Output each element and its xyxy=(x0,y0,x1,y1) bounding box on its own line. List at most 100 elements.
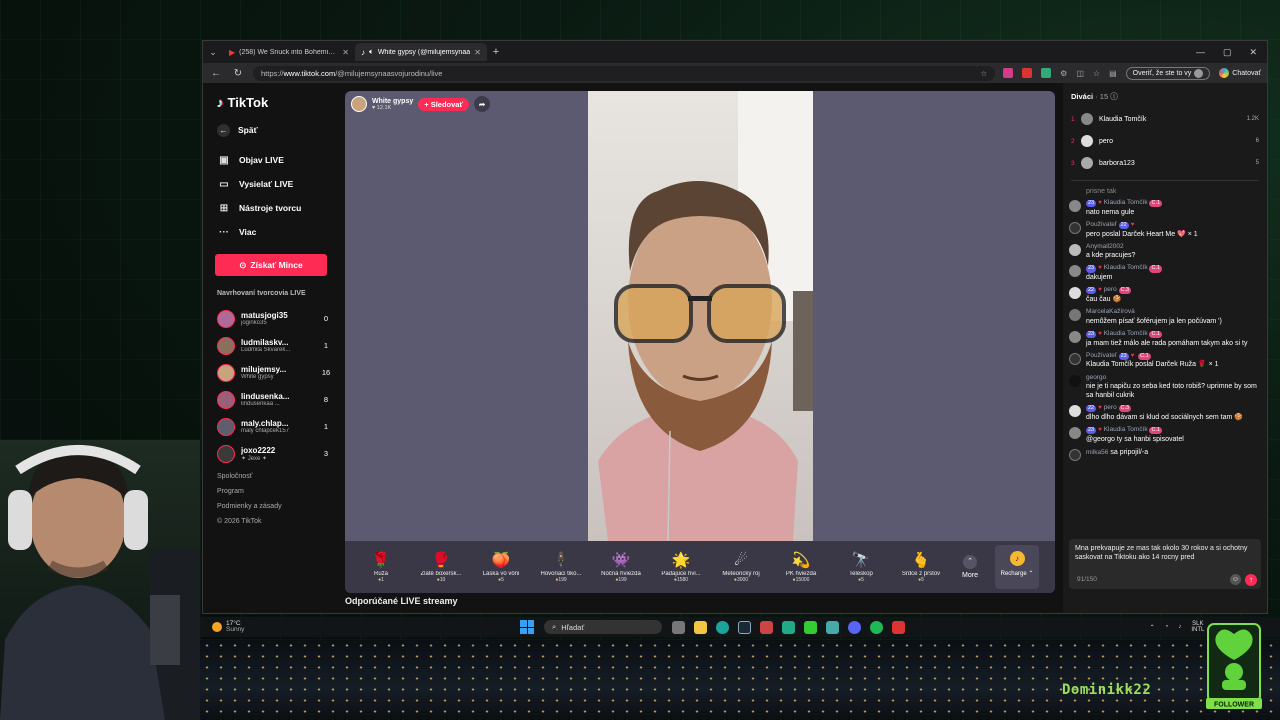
host-name[interactable]: White gypsy xyxy=(372,98,413,105)
tab-tiktok[interactable]: ♪ 🔈︎ White gypsy (@milujemsynaa ✕ xyxy=(355,43,487,61)
app-icon[interactable] xyxy=(826,620,839,634)
message-author[interactable]: Používateľ 22 ♥ xyxy=(1086,221,1261,230)
steam-icon[interactable] xyxy=(738,620,751,634)
game-icon[interactable] xyxy=(760,620,773,634)
start-icon[interactable] xyxy=(520,620,534,634)
gift-item[interactable]: 💫 PK hviezda ●15000 xyxy=(771,551,831,583)
share-icon[interactable]: ➦ xyxy=(474,96,491,112)
message-author[interactable]: 23 ♥ Klaudia Tomčík C.1 xyxy=(1086,330,1261,339)
close-tab-icon[interactable]: ✕ xyxy=(474,48,481,57)
favorite-star-icon[interactable]: ☆ xyxy=(980,69,987,78)
copilot-chat-button[interactable]: Chatovať xyxy=(1219,68,1261,78)
tray-chevron-icon[interactable]: ⌃ xyxy=(1150,624,1155,631)
app-icon[interactable] xyxy=(892,620,905,634)
discord-icon[interactable] xyxy=(848,620,861,634)
extension-icon[interactable] xyxy=(1041,68,1052,78)
chat-input[interactable]: Mna prekvapuje ze mas tak okolo 30 rokov… xyxy=(1069,539,1261,589)
chat-message: 22 ♥ pero C.3 čau čau 🍪 xyxy=(1069,286,1261,304)
creator-item[interactable]: joxo2222 ✦ Jexe ✦ 3 xyxy=(213,440,333,467)
creator-item[interactable]: matusjogi35 joginko35 0 xyxy=(213,305,333,332)
info-icon[interactable]: ⓘ xyxy=(1110,92,1118,101)
top-viewer[interactable]: 2 pero 6 xyxy=(1063,130,1267,152)
gift-item[interactable]: 🍑 Láska vo vôni ●5 xyxy=(471,551,531,583)
emoji-icon[interactable]: ☺ xyxy=(1230,574,1241,585)
taskbar-search[interactable]: ⌕ Hľadať xyxy=(544,620,662,634)
gift-item[interactable]: 🕴 Hovoriaci tiko... ●199 xyxy=(531,551,591,583)
window-controls: — ▢ ✕ xyxy=(1196,47,1267,58)
new-tab-button[interactable]: + xyxy=(487,46,505,58)
live-video[interactable] xyxy=(588,91,813,541)
maximize-icon[interactable]: ▢ xyxy=(1223,47,1232,58)
top-viewer[interactable]: 3 barbora123 5 xyxy=(1063,152,1267,174)
weather-widget[interactable]: 17°C Sunny xyxy=(200,620,520,634)
extension-icon[interactable] xyxy=(1003,68,1014,78)
gift-item[interactable]: 👾 Nočná hviezda ●199 xyxy=(591,551,651,583)
tab-actions-icon[interactable]: ⌄ xyxy=(203,47,223,58)
refresh-icon[interactable]: ↻ xyxy=(231,68,245,79)
send-button[interactable]: ↑ xyxy=(1245,574,1257,586)
verify-profile-button[interactable]: Overiť, že ste to vy xyxy=(1125,66,1211,80)
host-avatar[interactable] xyxy=(351,96,367,112)
volume-icon[interactable]: ♪ xyxy=(1178,624,1181,630)
nav-discover-live[interactable]: ▣ Objav LIVE xyxy=(213,148,333,172)
tab-youtube[interactable]: ▶ (258) We Snuck into Bohemian G ✕ xyxy=(223,43,355,61)
message-author[interactable]: 22 ♥ pero C.3 xyxy=(1086,286,1261,295)
creator-item[interactable]: ludmilaskv... Ľudmila Škvarek... 1 xyxy=(213,332,333,359)
edge-icon[interactable] xyxy=(716,620,729,634)
app-icon[interactable] xyxy=(804,620,817,634)
message-author[interactable]: 23 ♥ Klaudia Tomčík C.1 xyxy=(1086,264,1261,273)
network-icon[interactable]: ◔ xyxy=(1165,624,1169,630)
top-viewer[interactable]: 1 Klaudia Tomčík 1.2K xyxy=(1063,108,1267,130)
message-author[interactable]: 23 ♥ Klaudia Tomčík C.1 xyxy=(1086,199,1261,208)
get-coins-button[interactable]: ⊙ Získať Mince xyxy=(215,254,327,276)
message-author[interactable]: MarcelaKažírová xyxy=(1086,308,1261,316)
gift-item[interactable]: 🔭 Teleskop ●5 xyxy=(831,551,891,583)
message-author[interactable]: georgo xyxy=(1086,374,1261,382)
message-author[interactable]: Anymall2002 xyxy=(1086,243,1261,251)
back-arrow-icon: ← xyxy=(217,123,230,137)
spotify-icon[interactable] xyxy=(870,620,883,634)
close-window-icon[interactable]: ✕ xyxy=(1249,47,1257,58)
avatar xyxy=(1069,374,1081,387)
viewer-count: 8 xyxy=(323,395,329,404)
gift-item[interactable]: ☄ Meteorický roj ●3000 xyxy=(711,551,771,583)
extension-icon[interactable] xyxy=(1022,68,1033,78)
tiktok-logo[interactable]: ♪ TikTok xyxy=(217,95,333,110)
back-button[interactable]: ← Späť xyxy=(213,118,333,142)
gift-icon xyxy=(1069,352,1081,365)
task-view-icon[interactable] xyxy=(672,620,685,634)
file-explorer-icon[interactable] xyxy=(694,620,707,634)
follow-button[interactable]: + Sledovať xyxy=(418,97,470,111)
nav-creator-tools[interactable]: ⊞ Nástroje tvorcu xyxy=(213,196,333,220)
message-author[interactable]: 23 ♥ Klaudia Tomčík C.1 xyxy=(1086,426,1261,435)
recharge-button[interactable]: ♪ Recharge ⌃ xyxy=(995,545,1039,589)
tab-title: (258) We Snuck into Bohemian G xyxy=(239,48,339,56)
gift-item[interactable]: 🥊 Zlaté boxersk... ●10 xyxy=(411,551,471,583)
footer-terms-link[interactable]: Podmienky a zásady xyxy=(217,503,282,518)
gift-item[interactable]: 🫰 Srdce z prstov ●5 xyxy=(891,551,951,583)
more-gifts-button[interactable]: ⌃ More xyxy=(951,555,989,579)
gift-item[interactable]: 🌹 Ruža ●1 xyxy=(351,551,411,583)
message-author[interactable]: 22 ♥ pero C.3 xyxy=(1086,404,1261,413)
nav-more[interactable]: ··· Viac xyxy=(213,220,333,244)
audio-icon[interactable]: 🔈︎ xyxy=(369,47,374,57)
split-screen-icon[interactable]: ◫ xyxy=(1076,69,1084,78)
address-bar[interactable]: https://www.tiktok.com/@milujemsynaasvoj… xyxy=(253,65,996,81)
message-author[interactable]: Používateľ 23 ♥ C.1 xyxy=(1086,352,1261,361)
creator-item[interactable]: lindusenka... lindusenkaa ... 8 xyxy=(213,386,333,413)
gift-item[interactable]: 🌟 Padajúce hvi... ●1580 xyxy=(651,551,711,583)
creator-item[interactable]: maly.chlap... maly chlapček157 1 xyxy=(213,413,333,440)
play-icon[interactable] xyxy=(782,620,795,634)
nav-go-live[interactable]: ▭ Vysielať LIVE xyxy=(213,172,333,196)
footer-program-link[interactable]: Program xyxy=(217,488,282,503)
talking-figure-icon: 🕴 xyxy=(551,552,571,569)
minimize-icon[interactable]: — xyxy=(1196,47,1205,58)
extensions-puzzle-icon[interactable]: ⚙ xyxy=(1060,69,1067,78)
collections-icon[interactable]: ▤ xyxy=(1109,69,1117,78)
creator-item[interactable]: milujemsy... White gypsy 16 xyxy=(213,359,333,386)
back-icon[interactable]: ← xyxy=(209,68,223,79)
message-author[interactable]: milka56 xyxy=(1086,449,1108,456)
favorites-icon[interactable]: ☆ xyxy=(1093,69,1100,78)
close-tab-icon[interactable]: ✕ xyxy=(342,48,349,57)
footer-company-link[interactable]: Spoločnosť xyxy=(217,473,282,488)
